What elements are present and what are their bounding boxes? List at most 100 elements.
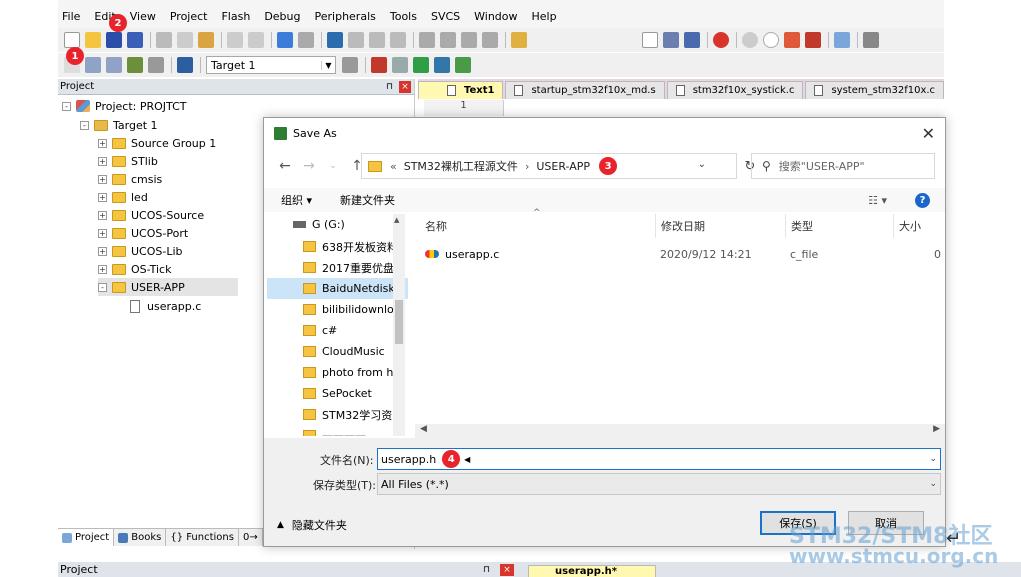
bookmark-prev-icon[interactable] xyxy=(348,32,364,48)
uncomment-icon[interactable] xyxy=(482,32,498,48)
copy-icon[interactable] xyxy=(177,32,193,48)
tree-item-group[interactable]: + UCOS-Port xyxy=(98,224,188,242)
file-extensions-icon[interactable] xyxy=(392,57,408,73)
tree-item-group[interactable]: + led xyxy=(98,188,148,206)
menu-project[interactable]: Project xyxy=(170,10,208,23)
file-list-hscrollbar[interactable]: ◀ ▶ xyxy=(415,424,945,438)
nav-item-folder[interactable]: photo from h xyxy=(267,362,408,383)
collapse-icon[interactable]: - xyxy=(80,120,89,130)
tree-item-group[interactable]: + STlib xyxy=(98,152,158,170)
scroll-up-icon[interactable]: ▲ xyxy=(394,216,399,224)
collapse-icon[interactable]: - xyxy=(98,282,107,292)
back-arrow-icon[interactable]: ← xyxy=(274,158,296,174)
column-header-name[interactable]: 名称 xyxy=(425,214,660,238)
expand-icon[interactable]: + xyxy=(98,246,107,256)
breakpoint-icon[interactable] xyxy=(742,32,758,48)
tab-books[interactable]: Books xyxy=(114,529,167,546)
rebuild-icon[interactable] xyxy=(106,57,122,73)
tab-project[interactable]: Project xyxy=(58,529,115,546)
filetype-select[interactable]: All Files (*.*) ⌄ xyxy=(377,473,941,495)
new-folder-button[interactable]: 新建文件夹 xyxy=(340,192,395,208)
batch-build-icon[interactable] xyxy=(127,57,143,73)
nav-item-folder[interactable]: CloudMusic xyxy=(267,341,408,362)
build-icon[interactable] xyxy=(85,57,101,73)
help-icon[interactable]: ? xyxy=(915,192,930,208)
stop-build-icon[interactable] xyxy=(148,57,164,73)
breadcrumb-stm32[interactable]: STM32裸机工程源文件 xyxy=(404,158,518,174)
tab-text1[interactable]: Text1 xyxy=(418,81,504,99)
forward-arrow-icon[interactable]: → xyxy=(298,158,320,174)
tree-item-group[interactable]: + Source Group 1 xyxy=(98,134,216,152)
find-dropdown-icon[interactable] xyxy=(642,32,658,48)
target-options-icon[interactable] xyxy=(342,57,358,73)
view-options-icon[interactable]: ☷ ▾ xyxy=(868,194,887,207)
debug-start-icon[interactable] xyxy=(713,32,729,48)
tree-item-group[interactable]: + cmsis xyxy=(98,170,162,188)
expand-icon[interactable]: + xyxy=(98,210,107,220)
download-icon[interactable] xyxy=(177,57,193,73)
indent-icon[interactable] xyxy=(419,32,435,48)
tab-userapp-h[interactable]: userapp.h* xyxy=(528,565,656,577)
window-layout-icon[interactable] xyxy=(834,32,850,48)
bookmark-clear-icon[interactable] xyxy=(390,32,406,48)
nav-item-folder[interactable]: c# xyxy=(267,320,408,341)
cut-icon[interactable] xyxy=(156,32,172,48)
breadcrumb-overflow[interactable]: « xyxy=(390,160,397,173)
nav-item-folder[interactable]: SePocket xyxy=(267,383,408,404)
close-icon[interactable]: ✕ xyxy=(922,124,935,143)
hide-folders-toggle[interactable]: ▲ 隐藏文件夹 xyxy=(277,517,347,533)
close-icon[interactable]: × xyxy=(399,80,411,93)
bookmark-icon[interactable] xyxy=(327,32,343,48)
tab-templates[interactable]: 0→ xyxy=(239,529,263,546)
collapse-icon[interactable]: - xyxy=(62,101,71,111)
nav-item-folder[interactable]: ———— xyxy=(267,425,408,436)
column-header-size[interactable]: 大小 xyxy=(893,214,943,238)
save-all-icon[interactable] xyxy=(127,32,143,48)
undo-icon[interactable] xyxy=(227,32,243,48)
expand-icon[interactable]: + xyxy=(98,156,107,166)
incremental-find-icon[interactable] xyxy=(684,32,700,48)
scroll-right-icon[interactable]: ▶ xyxy=(933,424,940,434)
expand-icon[interactable]: + xyxy=(98,228,107,238)
tree-item-group-selected[interactable]: - USER-APP xyxy=(98,278,238,296)
unindent-icon[interactable] xyxy=(440,32,456,48)
pin-icon[interactable]: ⊓ xyxy=(483,565,490,575)
nav-item-folder[interactable]: 638开发板资料 xyxy=(267,236,408,257)
target-select[interactable]: Target 1 ▼ xyxy=(206,56,336,74)
menu-peripherals[interactable]: Peripherals xyxy=(315,10,376,23)
recent-chevron-down-icon[interactable]: ⌄ xyxy=(322,161,344,171)
menu-svcs[interactable]: SVCS xyxy=(431,10,460,23)
column-header-modified[interactable]: 修改日期 xyxy=(655,214,785,238)
file-row[interactable]: userapp.c 2020/9/12 14:21 c_file 0 xyxy=(415,244,945,264)
breakpoint-kill-icon[interactable] xyxy=(805,32,821,48)
chevron-down-icon[interactable]: ⌄ xyxy=(698,159,706,170)
paste-icon[interactable] xyxy=(198,32,214,48)
scroll-left-icon[interactable]: ◀ xyxy=(420,424,427,434)
redo-icon[interactable] xyxy=(248,32,264,48)
manage-components-icon[interactable] xyxy=(371,57,387,73)
nav-item-drive[interactable]: G (G:) xyxy=(267,214,408,235)
menu-tools[interactable]: Tools xyxy=(390,10,417,23)
nav-item-folder[interactable]: bilibilidownlo xyxy=(267,299,408,320)
tab-startup[interactable]: startup_stm32f10x_md.s xyxy=(505,81,665,99)
tab-system[interactable]: system_stm32f10x.c xyxy=(805,81,944,99)
nav-back-icon[interactable] xyxy=(277,32,293,48)
tab-systick[interactable]: stm32f10x_systick.c xyxy=(666,81,804,99)
menu-file[interactable]: File xyxy=(62,10,80,23)
menu-window[interactable]: Window xyxy=(474,10,517,23)
address-bar[interactable]: « STM32裸机工程源文件 › USER-APP 3 ⌄ ↻ xyxy=(361,153,755,179)
nav-scrollbar[interactable]: ▲ xyxy=(393,214,405,436)
nav-item-folder-selected[interactable]: BaiduNetdisk xyxy=(267,278,408,299)
expand-icon[interactable]: + xyxy=(98,138,107,148)
tree-item-group[interactable]: + UCOS-Lib xyxy=(98,242,183,260)
pack-installer-icon[interactable] xyxy=(413,57,429,73)
breakpoint-clear-icon[interactable] xyxy=(784,32,800,48)
search-box[interactable]: ⚲ 搜索"USER-APP" xyxy=(751,153,935,179)
breakpoint-disable-icon[interactable] xyxy=(763,32,779,48)
column-header-type[interactable]: 类型 xyxy=(785,214,893,238)
tree-item-group[interactable]: + OS-Tick xyxy=(98,260,171,278)
breadcrumb-user-app[interactable]: USER-APP xyxy=(536,160,590,173)
save-icon[interactable] xyxy=(106,32,122,48)
find-icon[interactable] xyxy=(663,32,679,48)
nav-forward-icon[interactable] xyxy=(298,32,314,48)
